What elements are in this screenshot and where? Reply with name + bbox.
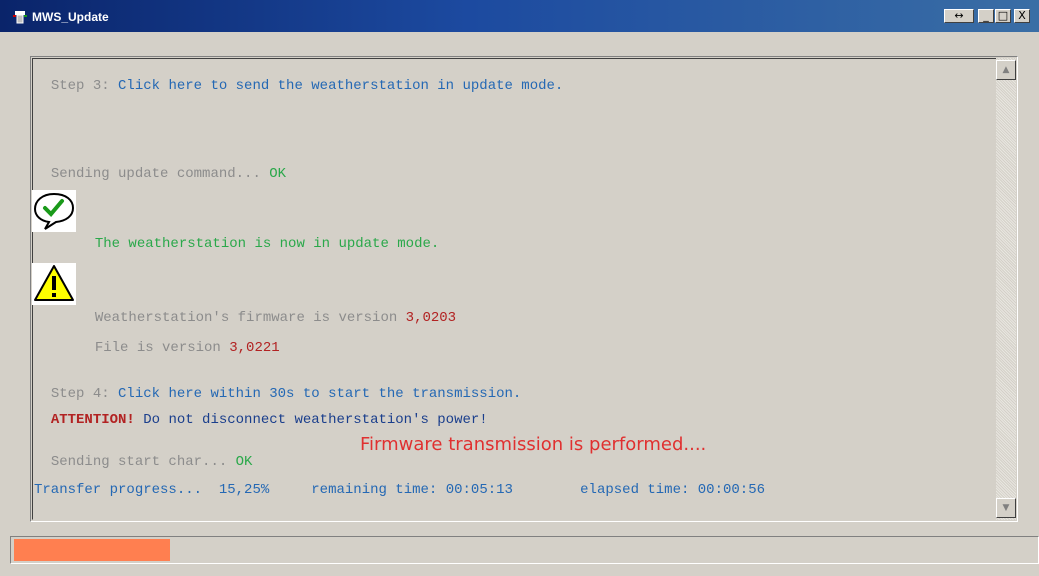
remaining-time-value: 00:05:13: [445, 482, 513, 498]
minimize-icon: _: [983, 9, 989, 22]
file-version-label: File is version: [94, 340, 221, 356]
sending-update-text: Sending update command...: [50, 166, 261, 182]
scroll-down-button[interactable]: ▼: [996, 498, 1016, 518]
transfer-progress-fill: [14, 539, 170, 561]
sending-start-text: Sending start char...: [50, 454, 228, 470]
title-bar: MWS_Update ↔ _ □ X: [0, 0, 1039, 32]
maximize-button[interactable]: □: [995, 9, 1011, 23]
elapsed-time-label: elapsed time:: [580, 482, 690, 498]
step3-line: Step 3: Click here to send the weatherst…: [34, 62, 564, 94]
checkmark-speech-bubble-icon: [32, 190, 76, 232]
file-version-line: File is version 3,0221: [78, 324, 280, 356]
update-mode-line: The weatherstation is now in update mode…: [78, 220, 439, 252]
close-icon: X: [1018, 9, 1026, 22]
warning-triangle-icon: [32, 263, 76, 305]
file-version-value: 3,0221: [229, 340, 280, 356]
scroll-up-button[interactable]: ▲: [996, 60, 1016, 80]
sending-update-line: Sending update command... OK: [34, 150, 286, 182]
attention-message: Do not disconnect weatherstation's power…: [143, 412, 488, 428]
ok-status-1: OK: [269, 166, 287, 182]
close-button[interactable]: X: [1014, 9, 1030, 23]
resize-arrows-icon: ↔: [954, 9, 964, 22]
transfer-progress-bar: [10, 536, 1039, 564]
elapsed-time-value: 00:00:56: [697, 482, 765, 498]
maximize-icon: □: [997, 9, 1009, 22]
app-icon: [13, 11, 27, 24]
step3-update-mode-link[interactable]: Click here to send the weatherstation in…: [118, 78, 563, 94]
resize-toggle-button[interactable]: ↔: [944, 9, 974, 23]
transmission-performed-message: Firmware transmission is performed....: [360, 434, 707, 455]
firmware-version-value: 3,0203: [405, 310, 457, 326]
step3-label: Step 3:: [50, 78, 110, 94]
window-title: MWS_Update: [32, 10, 109, 24]
attention-line: ATTENTION! Do not disconnect weatherstat…: [34, 396, 488, 428]
transfer-status-line: Transfer progress... 15,25% remaining ti…: [34, 482, 765, 498]
remaining-time-label: remaining time:: [311, 482, 438, 498]
attention-label: ATTENTION!: [50, 412, 135, 428]
sending-start-line: Sending start char... OK: [34, 438, 253, 470]
update-mode-text: The weatherstation is now in update mode…: [94, 236, 440, 252]
minimize-button[interactable]: _: [978, 9, 994, 23]
firmware-version-line: Weatherstation's firmware is version 3,0…: [78, 294, 456, 326]
vertical-scrollbar[interactable]: ▲ ▼: [996, 58, 1016, 520]
transfer-label: Transfer progress...: [34, 482, 203, 498]
transfer-percent: 15,25%: [218, 482, 270, 498]
ok-status-2: OK: [235, 454, 253, 470]
